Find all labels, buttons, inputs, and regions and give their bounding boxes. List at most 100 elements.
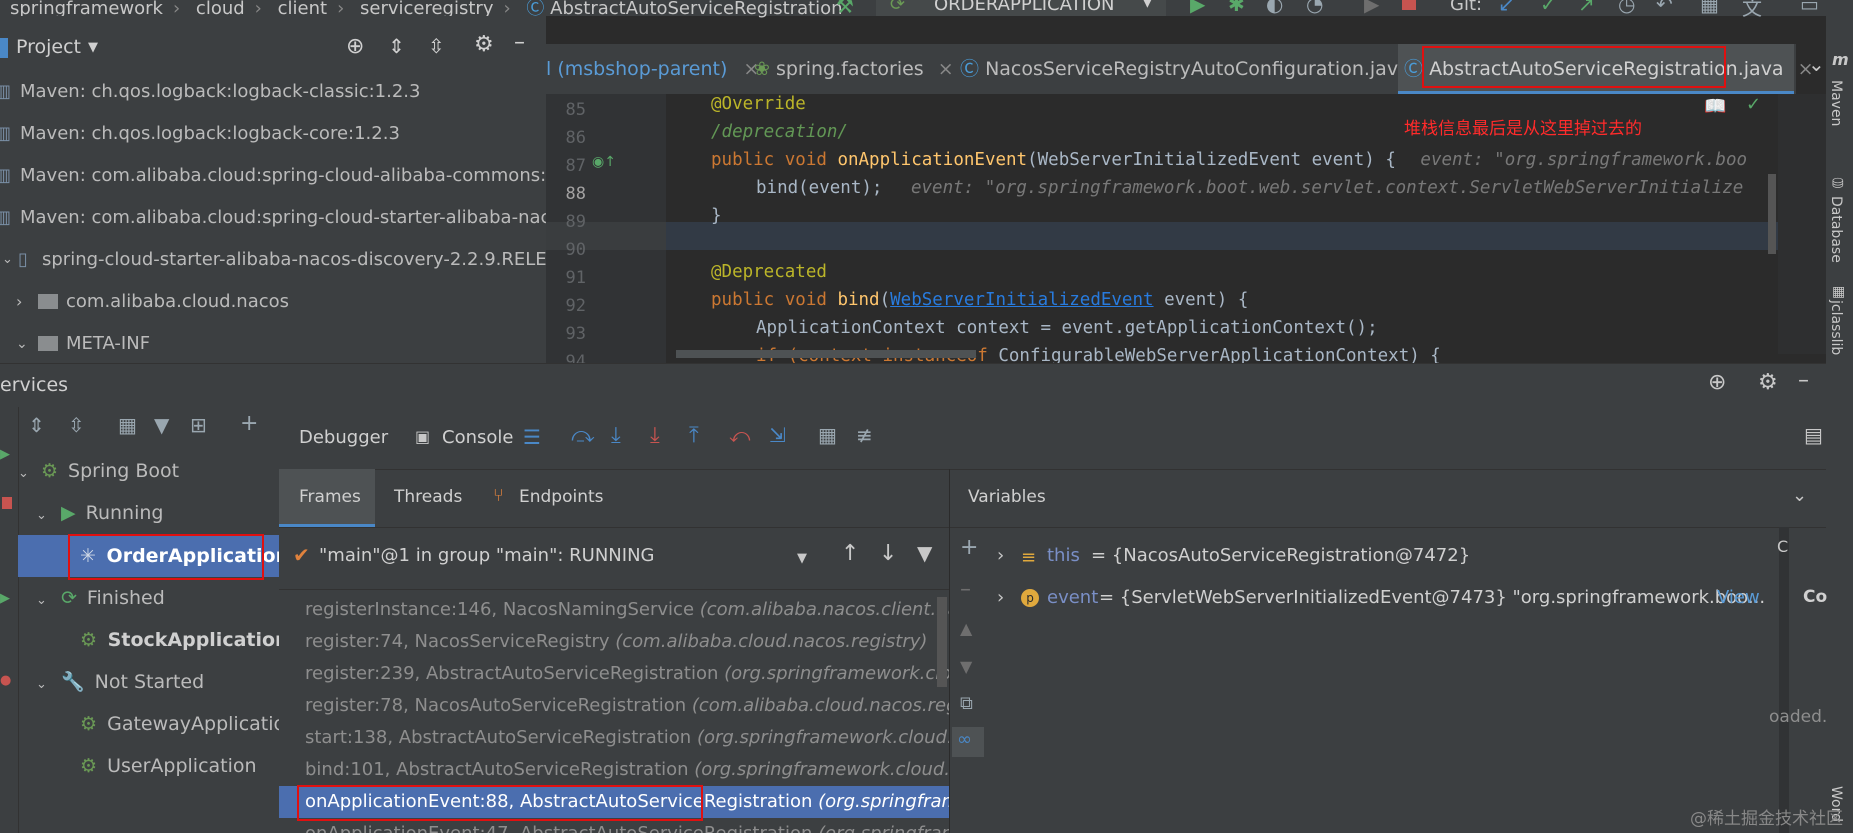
gear-icon[interactable]: ⚙ — [474, 32, 494, 57]
debug-icon[interactable]: ● — [0, 673, 11, 688]
show-watches-toggle[interactable]: ∞ — [952, 727, 984, 757]
tab-endpoints[interactable]: Endpoints — [519, 487, 604, 507]
chevron-right-icon[interactable]: › — [16, 284, 22, 320]
service-gateway-application[interactable]: ⚙ GatewayApplication — [80, 703, 297, 745]
git-commit-icon[interactable]: ✓ — [1540, 0, 1557, 16]
add-watch-icon[interactable]: + — [960, 535, 978, 560]
step-over-icon[interactable]: ⤼ — [571, 423, 595, 448]
stack-frame[interactable]: registerInstance:146, NacosNamingService… — [279, 594, 949, 626]
code-editor[interactable]: l (msbshop-parent) × ❀ spring.factories … — [546, 44, 1853, 363]
force-step-into-icon[interactable]: ⤓ — [650, 423, 660, 448]
copy-icon[interactable]: ⧉ — [960, 693, 973, 714]
filter-icon[interactable]: ▼ — [917, 541, 932, 565]
chevron-down-icon[interactable]: ⌄ — [36, 508, 47, 523]
editor-tab[interactable]: l (msbshop-parent) × — [546, 44, 759, 94]
close-icon[interactable]: × — [938, 58, 954, 80]
arrow-down-icon[interactable]: ↓ — [879, 541, 897, 566]
maven-tool-button[interactable]: Maven — [1828, 80, 1844, 126]
layout-settings-icon[interactable]: ▤ — [1804, 423, 1823, 447]
debug-icon[interactable]: ✱ — [1228, 0, 1245, 16]
editor-tab[interactable]: Ⓒ NacosServiceRegistryAutoConfiguration.… — [960, 44, 1440, 94]
rerun-icon[interactable]: ▶ — [0, 447, 10, 462]
stack-frame[interactable]: start:138, AbstractAutoServiceRegistrati… — [279, 722, 949, 754]
tree-node-not-started[interactable]: ⌄ 🔧 Not Started — [36, 661, 204, 703]
collapse-all-icon[interactable]: ⇳ — [428, 34, 445, 58]
run-configuration-select[interactable]: ⟳ ORDERAPPLICATION ▼ — [876, 0, 1166, 16]
chevron-down-icon[interactable]: ⌄ — [36, 677, 47, 692]
expand-all-icon[interactable]: ⇕ — [28, 413, 45, 437]
tab-list-chevron-icon[interactable]: ⌄ — [1808, 52, 1825, 76]
chevron-down-icon[interactable]: ⌄ — [36, 593, 47, 608]
breadcrumb-item[interactable]: AbstractAutoServiceRegistration — [550, 0, 842, 19]
group-by-icon[interactable]: ▦ — [118, 413, 137, 437]
override-gutter-icon[interactable]: ◉↑ — [592, 154, 616, 170]
step-out-icon[interactable]: ⤒ — [689, 423, 699, 448]
drop-frame-icon[interactable]: ⤺ — [729, 423, 750, 447]
chevron-down-icon[interactable]: ▼ — [88, 40, 98, 55]
collapse-all-icon[interactable]: ⇳ — [68, 413, 85, 437]
minimize-icon[interactable]: – — [1798, 368, 1809, 393]
git-push-icon[interactable]: ↗ — [1578, 0, 1595, 16]
horizontal-scrollbar[interactable] — [676, 350, 976, 358]
editor-scrollbar[interactable] — [1768, 174, 1776, 254]
chevron-right-icon[interactable]: › — [997, 545, 1004, 566]
frames-scrollbar[interactable] — [937, 597, 947, 687]
stack-frame[interactable]: register:74, NacosServiceRegistry (com.a… — [279, 626, 949, 658]
add-service-icon[interactable]: + — [240, 411, 258, 436]
trace-icon[interactable]: ≢ — [856, 423, 873, 447]
view-link[interactable]: View — [1717, 587, 1760, 608]
variable-row[interactable]: › p event = {ServletWebServerInitialized… — [991, 587, 1803, 617]
tree-node-finished[interactable]: ⌄ ⟳ Finished — [36, 577, 165, 619]
chevron-right-icon[interactable]: › — [997, 587, 1004, 608]
stop-icon[interactable] — [1402, 0, 1416, 10]
translate-icon[interactable]: 文 — [1742, 0, 1762, 21]
minimize-icon[interactable]: – — [514, 30, 525, 55]
chevron-down-icon[interactable]: ⌄ — [18, 466, 29, 481]
profile-icon[interactable]: ◔ — [1306, 0, 1323, 16]
tree-node-running[interactable]: ⌄ ▶ Running — [36, 492, 163, 534]
history-icon[interactable]: ◷ — [1618, 0, 1635, 16]
git-update-icon[interactable]: ↙ — [1498, 0, 1515, 16]
tree-node-spring-boot[interactable]: ⌄ ⚙ Spring Boot — [18, 450, 179, 492]
jclasslib-tool-button[interactable]: jclasslib — [1828, 300, 1844, 355]
stack-frame[interactable]: register:239, AbstractAutoServiceRegistr… — [279, 658, 949, 690]
project-structure-icon[interactable]: ▦ — [1700, 0, 1719, 16]
build-hammer-icon[interactable]: ⚒ — [836, 0, 854, 18]
rerun-icon[interactable]: ▶ — [0, 591, 10, 606]
expand-all-icon[interactable]: ⇕ — [388, 34, 405, 58]
rollback-icon[interactable]: ↶ — [1656, 0, 1673, 16]
terminal-icon[interactable]: ▭ — [1800, 0, 1819, 16]
tab-debugger[interactable]: Debugger — [299, 427, 388, 448]
move-down-icon[interactable]: ▼ — [960, 657, 972, 676]
coverage-icon[interactable]: ◐ — [1266, 0, 1283, 16]
project-title[interactable]: Project — [16, 36, 81, 58]
editor-tab[interactable]: ❀ spring.factories × — [754, 44, 954, 94]
reader-mode-icon[interactable]: 📖 — [1704, 96, 1726, 117]
search-icon[interactable]: C — [1777, 537, 1788, 556]
chevron-down-icon[interactable]: ⌄ — [2, 242, 13, 278]
filter-icon[interactable]: ▼ — [154, 413, 169, 437]
layout-menu-icon[interactable]: ☰ — [523, 425, 541, 449]
remove-watch-icon[interactable]: – — [960, 577, 971, 602]
service-user-application[interactable]: ⚙ UserApplication — [80, 745, 257, 787]
tab-console[interactable]: Console — [442, 427, 513, 448]
step-into-icon[interactable]: ⤓ — [611, 423, 621, 448]
gear-icon[interactable]: ⚙ — [1758, 370, 1778, 395]
tab-threads[interactable]: Threads — [394, 487, 462, 507]
locate-icon[interactable]: ⊕ — [346, 34, 364, 59]
tab-frames[interactable]: Frames — [279, 469, 375, 527]
run-to-cursor-icon[interactable]: ⇲ — [769, 423, 786, 447]
chevron-down-icon[interactable]: ⌄ — [16, 326, 28, 362]
locate-icon[interactable]: ⊕ — [1708, 370, 1726, 395]
chevron-down-icon[interactable]: ▼ — [797, 551, 807, 566]
evaluate-expression-icon[interactable]: ▦ — [818, 423, 837, 447]
inspection-ok-icon[interactable]: ✓ — [1746, 94, 1761, 115]
chevron-down-icon[interactable]: ⌄ — [1792, 485, 1807, 506]
stack-frame[interactable]: register:78, NacosAutoServiceRegistratio… — [279, 690, 949, 722]
database-tool-button[interactable]: Database — [1828, 196, 1844, 263]
service-stock-application[interactable]: ⚙ StockApplication1 — [80, 619, 302, 661]
thread-selector[interactable]: ✔ "main"@1 in group "main": RUNNING ▼ ↑ … — [279, 527, 949, 590]
new-group-icon[interactable]: ⊞ — [190, 413, 207, 437]
variables-scrollbar[interactable] — [1779, 527, 1789, 833]
run-icon[interactable]: ▶ — [1190, 0, 1205, 16]
